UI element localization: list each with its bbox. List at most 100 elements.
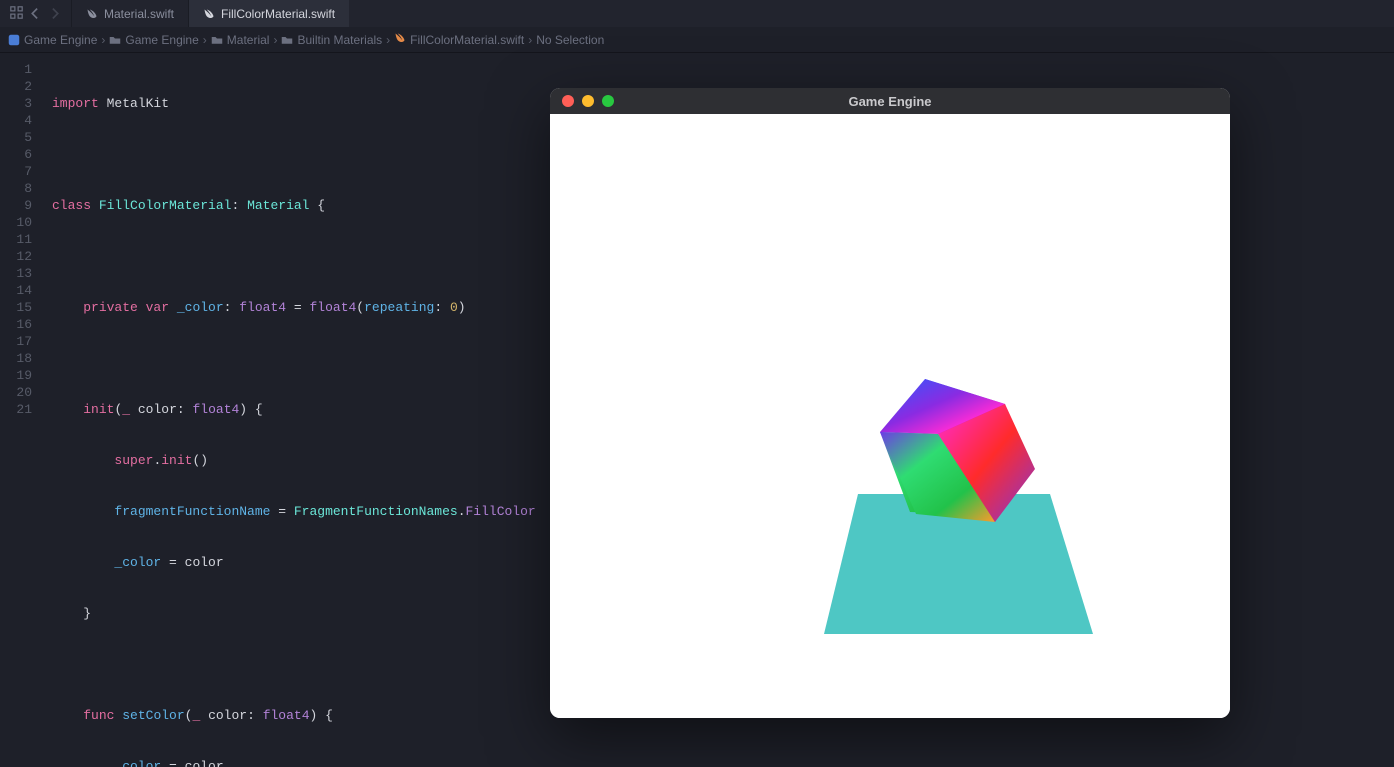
line-number: 12 xyxy=(0,248,32,265)
chevron-right-icon: › xyxy=(528,33,532,47)
crumb-label: FillColorMaterial.swift xyxy=(410,33,524,47)
line-number: 9 xyxy=(0,197,32,214)
crumb-label: Game Engine xyxy=(24,33,97,47)
line-number: 3 xyxy=(0,95,32,112)
code-token: : xyxy=(231,198,247,213)
code-token: 0 xyxy=(450,300,458,315)
code-token: FillColor xyxy=(466,504,536,519)
chevron-right-icon: › xyxy=(386,33,390,47)
crumb-project[interactable]: Game Engine xyxy=(8,33,97,47)
line-number: 11 xyxy=(0,231,32,248)
code-token: _ xyxy=(122,402,130,417)
code-token: fragmentFunctionName xyxy=(114,504,270,519)
code-token: MetalKit xyxy=(99,96,169,111)
line-number: 16 xyxy=(0,316,32,333)
code-token: : xyxy=(224,300,240,315)
code-token: FragmentFunctionNames xyxy=(294,504,458,519)
tab-fillcolormaterial[interactable]: FillColorMaterial.swift xyxy=(188,0,349,27)
chevron-right-icon: › xyxy=(203,33,207,47)
render-output xyxy=(550,114,1230,718)
code-token: ) { xyxy=(310,708,333,723)
code-token: } xyxy=(83,606,91,621)
chevron-right-icon: › xyxy=(273,33,277,47)
app-viewport xyxy=(550,114,1230,718)
code-token: () xyxy=(192,453,208,468)
code-token: = color xyxy=(161,759,223,767)
code-token: color: xyxy=(200,708,262,723)
swift-icon xyxy=(394,32,406,47)
code-token: ) xyxy=(458,300,466,315)
line-number: 15 xyxy=(0,299,32,316)
crumb-folder-builtin[interactable]: Builtin Materials xyxy=(281,33,382,47)
line-number: 10 xyxy=(0,214,32,231)
line-number: 2 xyxy=(0,78,32,95)
chevron-right-icon: › xyxy=(101,33,105,47)
folder-icon xyxy=(211,34,223,46)
code-token: float4 xyxy=(263,708,310,723)
code-token: _color xyxy=(169,300,224,315)
app-title: Game Engine xyxy=(550,94,1230,109)
line-number: 8 xyxy=(0,180,32,197)
line-number: 18 xyxy=(0,350,32,367)
crumb-selection[interactable]: No Selection xyxy=(536,33,604,47)
tab-bar: Material.swift FillColorMaterial.swift xyxy=(0,0,1394,27)
code-token: { xyxy=(309,198,325,213)
code-token: init xyxy=(161,453,192,468)
code-token: class xyxy=(52,198,91,213)
line-number: 7 xyxy=(0,163,32,180)
line-number: 14 xyxy=(0,282,32,299)
folder-icon xyxy=(109,34,121,46)
code-token: setColor xyxy=(114,708,184,723)
crumb-label: Game Engine xyxy=(125,33,198,47)
related-items-icon[interactable] xyxy=(10,6,23,22)
line-number: 4 xyxy=(0,112,32,129)
tab-material[interactable]: Material.swift xyxy=(71,0,188,27)
code-token: float4 xyxy=(192,402,239,417)
code-token: Material xyxy=(247,198,309,213)
code-token: repeating xyxy=(364,300,434,315)
crumb-label: Builtin Materials xyxy=(297,33,382,47)
code-token: color: xyxy=(130,402,192,417)
line-number: 13 xyxy=(0,265,32,282)
nav-back-icon[interactable] xyxy=(29,7,42,20)
tab-label: FillColorMaterial.swift xyxy=(221,7,335,21)
code-token: FillColorMaterial xyxy=(91,198,231,213)
crumb-label: No Selection xyxy=(536,33,604,47)
folder-icon xyxy=(281,34,293,46)
code-token: ( xyxy=(356,300,364,315)
project-icon xyxy=(8,34,20,46)
jump-bar: Game Engine › Game Engine › Material › B… xyxy=(0,27,1394,53)
code-token: float4 xyxy=(239,300,286,315)
app-window[interactable]: Game Engine xyxy=(550,88,1230,718)
code-token: super xyxy=(114,453,153,468)
line-number: 21 xyxy=(0,401,32,418)
swift-icon xyxy=(86,8,98,20)
nav-forward-icon[interactable] xyxy=(48,7,61,20)
code-token: = xyxy=(286,300,309,315)
code-token: = xyxy=(270,504,293,519)
code-token: = color xyxy=(161,555,223,570)
crumb-label: Material xyxy=(227,33,270,47)
code-token: _color xyxy=(114,759,161,767)
line-number: 17 xyxy=(0,333,32,350)
code-token: . xyxy=(458,504,466,519)
swift-icon xyxy=(203,8,215,20)
tab-label: Material.swift xyxy=(104,7,174,21)
code-token: func xyxy=(83,708,114,723)
app-titlebar[interactable]: Game Engine xyxy=(550,88,1230,114)
code-token: init xyxy=(83,402,114,417)
code-token: : xyxy=(434,300,450,315)
line-number: 20 xyxy=(0,384,32,401)
tab-bar-left-controls xyxy=(0,0,71,27)
code-content[interactable]: import MetalKit class FillColorMaterial:… xyxy=(42,53,575,767)
crumb-folder-material[interactable]: Material xyxy=(211,33,270,47)
crumb-file[interactable]: FillColorMaterial.swift xyxy=(394,32,524,47)
code-token: import xyxy=(52,96,99,111)
code-token: _color xyxy=(114,555,161,570)
line-number: 1 xyxy=(0,61,32,78)
line-number: 19 xyxy=(0,367,32,384)
crumb-folder-root[interactable]: Game Engine xyxy=(109,33,198,47)
line-number: 6 xyxy=(0,146,32,163)
line-number: 5 xyxy=(0,129,32,146)
code-token: float4 xyxy=(309,300,356,315)
